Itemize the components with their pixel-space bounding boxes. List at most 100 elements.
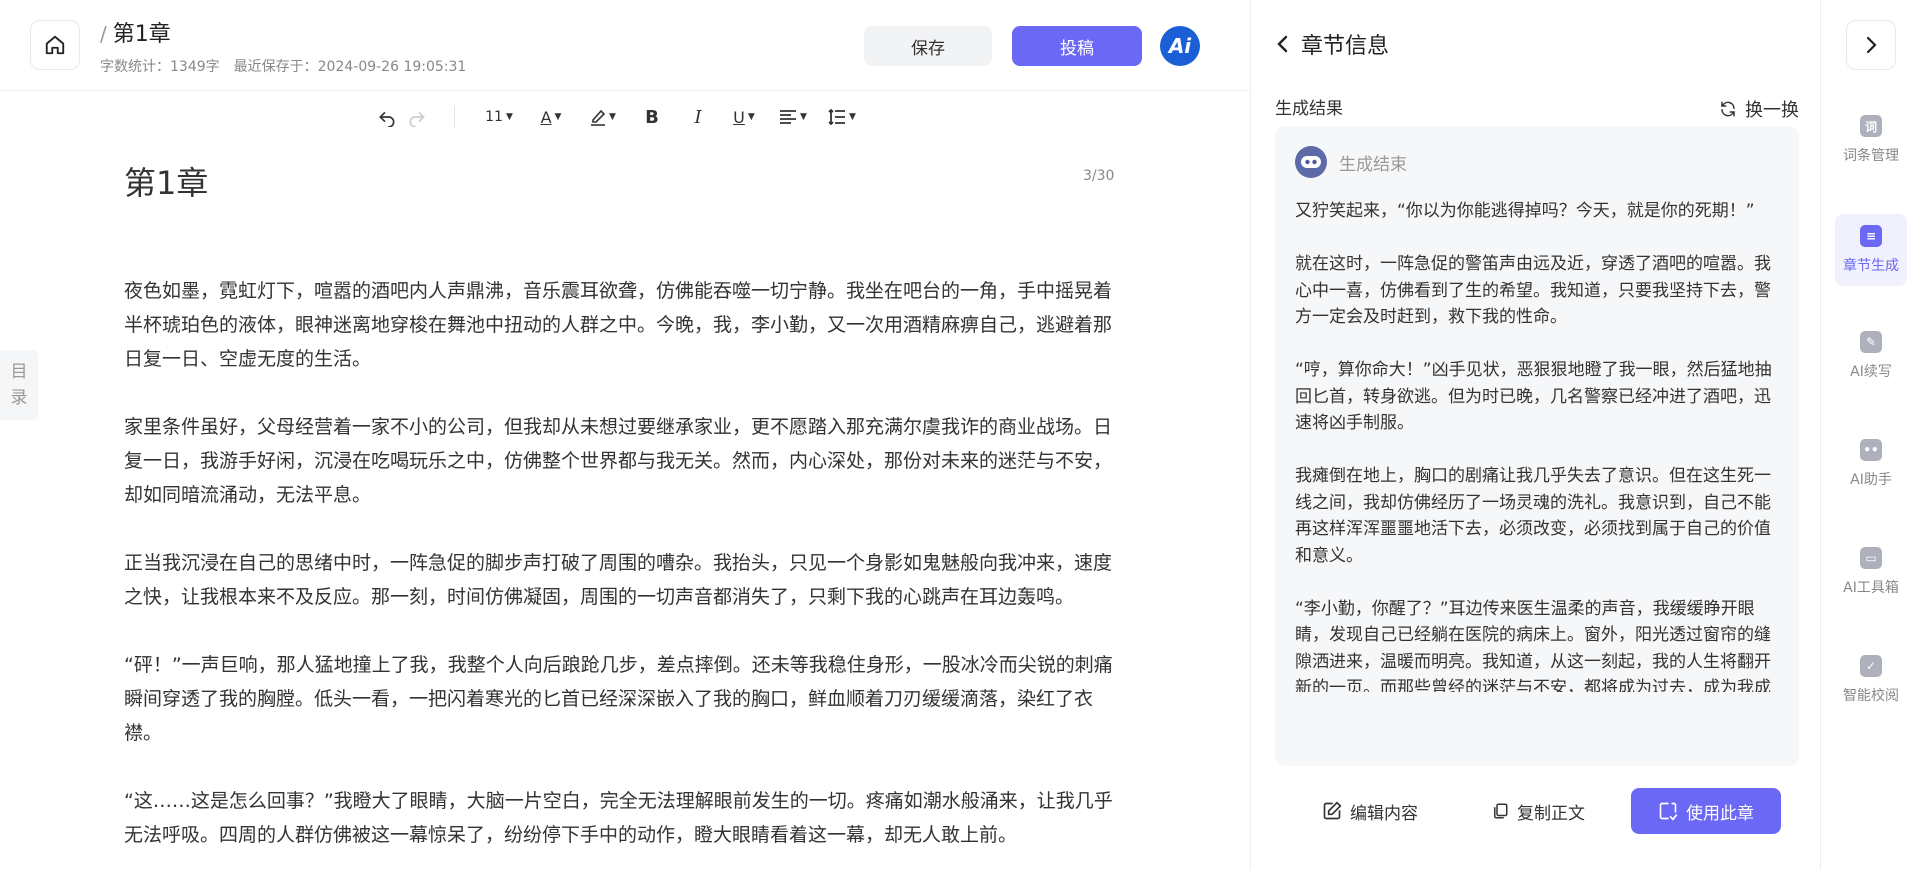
- paragraph: 正当我沉浸在自己的思绪中时，一阵急促的脚步声打破了周围的嘈杂。我抬头，只见一个身…: [124, 552, 1113, 608]
- chevron-down-icon: ▼: [554, 112, 562, 122]
- generated-result-card: 生成结束 又狞笑起来，“你以为你能逃得掉吗？今天，就是你的死期！” 就在这时，一…: [1275, 126, 1799, 834]
- result-actions: 编辑内容 复制正文 使用此章: [1295, 788, 1781, 834]
- table-of-contents-tab[interactable]: 目 录: [0, 350, 38, 420]
- generated-paragraph: 就在这时，一阵急促的警笛声由远及近，穿透了酒吧的喧嚣。我心中一喜，仿佛看到了生的…: [1295, 254, 1771, 327]
- bold-icon: B: [645, 106, 659, 128]
- chevron-down-icon: ▼: [800, 112, 807, 122]
- italic-button[interactable]: I: [675, 100, 721, 134]
- toc-label-1: 目: [10, 362, 28, 382]
- generation-status-text: 生成结束: [1339, 154, 1407, 175]
- highlight-icon: [591, 109, 606, 126]
- save-button[interactable]: 保存: [864, 26, 992, 66]
- chapter-content[interactable]: 夜色如墨，霓虹灯下，喧嚣的酒吧内人声鼎沸，音乐震耳欲聋，仿佛能吞噬一切宁静。我坐…: [124, 274, 1130, 870]
- glossary-icon: 词: [1860, 115, 1882, 137]
- align-button[interactable]: ▼: [767, 100, 819, 134]
- continue-writing-icon: ✎: [1860, 331, 1882, 353]
- italic-icon: I: [694, 106, 702, 128]
- rail-item-glossary[interactable]: 词 词条管理: [1835, 104, 1907, 176]
- title-char-counter: 3/30: [1083, 168, 1115, 184]
- toc-label-2: 录: [10, 388, 28, 408]
- assistant-robot-icon: ••: [1860, 439, 1882, 461]
- generation-status: 生成结束: [1295, 146, 1407, 178]
- rail-item-label: 智能校阅: [1843, 688, 1899, 704]
- chevron-down-icon: ▼: [747, 112, 755, 122]
- generated-paragraph: “哼，算你命大！”凶手见状，恶狠狠地瞪了我一眼，然后猛地抽回匕首，转身欲逃。但为…: [1295, 360, 1772, 433]
- panel-title: 章节信息: [1301, 34, 1390, 59]
- toolbar-divider: [454, 106, 455, 128]
- chapter-title[interactable]: 第1章: [124, 158, 208, 204]
- edit-content-label: 编辑内容: [1350, 803, 1418, 824]
- font-size-select[interactable]: 11 ▼: [473, 100, 525, 134]
- paragraph: “砰！”一声巨响，那人猛地撞上了我，我整个人向后踉跄几步，差点摔倒。还未等我稳住…: [124, 654, 1113, 744]
- refresh-label: 换一换: [1745, 100, 1799, 121]
- rail-item-toolbox[interactable]: ▭ AI工具箱: [1835, 536, 1907, 608]
- generated-paragraph: 我瘫倒在地上，胸口的剧痛让我几乎失去了意识。但在这生死一线之间，我却仿佛经历了一…: [1295, 466, 1771, 566]
- rail-item-label: AI续写: [1850, 364, 1892, 380]
- generated-text: 又狞笑起来，“你以为你能逃得掉吗？今天，就是你的死期！” 就在这时，一阵急促的警…: [1295, 198, 1777, 692]
- bold-button[interactable]: B: [629, 100, 675, 134]
- tool-rail: 词 词条管理 ≡ 章节生成 ✎ AI续写 •• AI助手 ▭ AI工具箱 ✓ 智…: [1820, 0, 1920, 870]
- underline-icon: U: [733, 107, 745, 127]
- word-count: 字数统计：1349字: [100, 59, 220, 75]
- home-icon: [45, 35, 65, 55]
- undo-button[interactable]: [372, 100, 402, 134]
- apply-icon: [1659, 802, 1678, 821]
- align-left-icon: [780, 110, 797, 124]
- rail-item-label: 词条管理: [1843, 148, 1899, 164]
- document-meta: 字数统计：1349字 最近保存于：2024-09-26 19:05:31: [100, 56, 466, 76]
- paragraph: 夜色如墨，霓虹灯下，喧嚣的酒吧内人声鼎沸，音乐震耳欲聋，仿佛能吞噬一切宁静。我坐…: [124, 280, 1113, 370]
- rail-item-proofread[interactable]: ✓ 智能校阅: [1835, 644, 1907, 716]
- chevron-down-icon: ▼: [609, 112, 616, 122]
- underline-button[interactable]: U ▼: [721, 100, 767, 134]
- redo-button[interactable]: [402, 100, 432, 134]
- proofread-icon: ✓: [1860, 655, 1882, 677]
- editor-area: / 第1章 字数统计：1349字 最近保存于：2024-09-26 19:05:…: [0, 0, 1250, 870]
- refresh-button[interactable]: 换一换: [1719, 96, 1799, 122]
- rail-item-assistant[interactable]: •• AI助手: [1835, 428, 1907, 500]
- highlight-button[interactable]: ▼: [577, 100, 629, 134]
- edit-icon: [1323, 801, 1342, 820]
- rail-item-label: AI助手: [1850, 472, 1892, 488]
- home-button[interactable]: [30, 20, 80, 70]
- rail-item-label: AI工具箱: [1843, 580, 1899, 596]
- chapter-generate-icon: ≡: [1860, 225, 1882, 247]
- ai-avatar[interactable]: Ai: [1160, 26, 1200, 66]
- copy-text-button[interactable]: 复制正文: [1463, 788, 1613, 834]
- chevron-down-icon: ▼: [505, 112, 513, 122]
- redo-icon: [409, 112, 425, 127]
- submit-button[interactable]: 投稿: [1012, 26, 1142, 66]
- paragraph: 家里条件虽好，父母经营着一家不小的公司，但我却从未想过要继承家业，更不愿踏入那充…: [124, 416, 1113, 506]
- last-saved: 最近保存于：2024-09-26 19:05:31: [233, 59, 467, 75]
- copy-icon: [1494, 803, 1508, 819]
- top-bar: / 第1章 字数统计：1349字 最近保存于：2024-09-26 19:05:…: [0, 0, 1250, 91]
- breadcrumb-separator: /: [100, 22, 107, 46]
- use-chapter-button[interactable]: 使用此章: [1631, 788, 1781, 834]
- panel-header: 章节信息: [1275, 28, 1389, 60]
- line-spacing-button[interactable]: ▼: [819, 100, 865, 134]
- undo-icon: [379, 112, 395, 127]
- chevron-right-icon: [1866, 36, 1877, 54]
- font-color-icon: A: [540, 107, 552, 127]
- document-title[interactable]: 第1章: [113, 16, 171, 48]
- title-block: / 第1章 字数统计：1349字 最近保存于：2024-09-26 19:05:…: [100, 16, 466, 76]
- format-toolbar: 11 ▼ A ▼ ▼ B I U ▼ ▼ ▼: [372, 100, 865, 134]
- back-arrow-icon[interactable]: [1275, 34, 1291, 54]
- chapter-info-panel: 章节信息 生成结果 换一换 生成结束 又狞笑起来，“你以为你能逃得掉吗？今天，就…: [1250, 0, 1820, 870]
- collapse-panel-button[interactable]: [1846, 20, 1896, 70]
- rail-item-continue-writing[interactable]: ✎ AI续写: [1835, 320, 1907, 392]
- edit-content-button[interactable]: 编辑内容: [1295, 788, 1445, 834]
- paragraph: “这……这是怎么回事？”我瞪大了眼睛，大脑一片空白，完全无法理解眼前发生的一切。…: [124, 790, 1113, 846]
- rail-item-label: 章节生成: [1843, 258, 1899, 274]
- generated-paragraph: 又狞笑起来，“你以为你能逃得掉吗？今天，就是你的死期！”: [1295, 201, 1755, 221]
- toolbox-icon: ▭: [1860, 547, 1882, 569]
- chevron-down-icon: ▼: [849, 112, 856, 122]
- rail-item-chapter-generate[interactable]: ≡ 章节生成: [1835, 214, 1907, 286]
- robot-avatar-icon: [1295, 146, 1327, 178]
- line-spacing-icon: [828, 109, 846, 125]
- font-color-button[interactable]: A ▼: [525, 100, 577, 134]
- result-label: 生成结果: [1275, 99, 1343, 119]
- font-size-value: 11: [485, 109, 503, 125]
- use-chapter-label: 使用此章: [1686, 803, 1754, 824]
- copy-text-label: 复制正文: [1517, 803, 1585, 824]
- app-root: / 第1章 字数统计：1349字 最近保存于：2024-09-26 19:05:…: [0, 0, 1920, 870]
